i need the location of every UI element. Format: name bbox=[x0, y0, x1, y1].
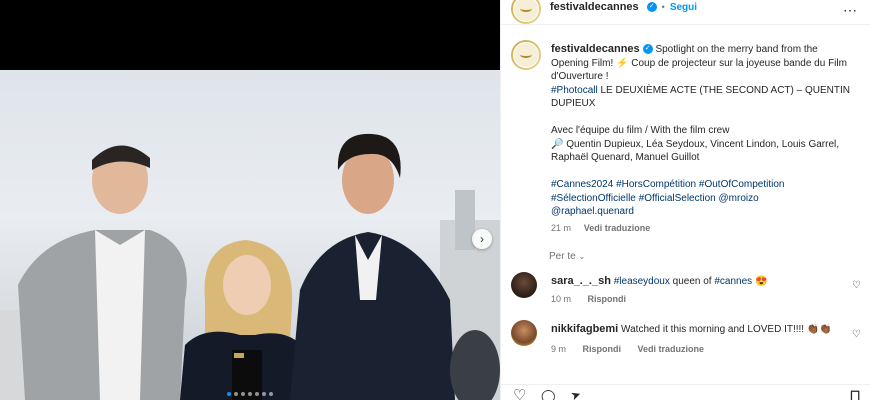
mention-mroizo[interactable]: @mroizo bbox=[719, 193, 759, 204]
carousel-dot bbox=[269, 392, 273, 396]
verified-badge-icon: ✓ bbox=[646, 2, 657, 12]
chevron-down-icon: ⌄ bbox=[578, 252, 586, 261]
comment-body: Watched it this morning and LOVED IT!!!! bbox=[621, 324, 805, 335]
post-caption: festivaldecannes ✓ Spotlight on the merry… bbox=[551, 43, 857, 235]
comment-text: nikkifagbemi Watched it this morning and… bbox=[551, 323, 841, 336]
carousel-dot bbox=[255, 392, 259, 396]
commenter-avatar[interactable] bbox=[511, 320, 537, 346]
post-details-panel: festivaldecannes ✓ • Segui ⋯ festivaldec… bbox=[500, 0, 870, 400]
hashtag-outofcompetition[interactable]: #OutOfCompetition bbox=[699, 179, 785, 190]
header-divider bbox=[501, 24, 870, 25]
comment-username[interactable]: sara_._._sh bbox=[551, 275, 611, 287]
comment-timestamp: 10 m bbox=[551, 294, 572, 304]
carousel-dot bbox=[241, 392, 245, 396]
cannes-logo-icon bbox=[513, 0, 539, 22]
cannes-logo-icon bbox=[513, 42, 539, 68]
photocall-image bbox=[0, 133, 500, 400]
clapping-emoji: 👏🏾👏🏾 bbox=[806, 324, 832, 335]
carousel-dot bbox=[248, 392, 252, 396]
follow-button[interactable]: Segui bbox=[670, 2, 697, 13]
carousel-dot bbox=[227, 392, 231, 396]
caption-translate-link[interactable]: Vedi traduzione bbox=[584, 223, 651, 233]
like-comment-heart-icon[interactable]: ♡ bbox=[852, 329, 861, 340]
carousel-next-button[interactable]: › bbox=[472, 229, 492, 249]
carousel-indicator bbox=[0, 392, 500, 396]
reply-button[interactable]: Rispondi bbox=[583, 344, 622, 354]
comment-translate-link[interactable]: Vedi traduzione bbox=[638, 344, 705, 354]
caption-crew-list: Quentin Dupieux, Léa Seydoux, Vincent Li… bbox=[551, 138, 840, 164]
like-heart-icon[interactable]: ♡ bbox=[513, 388, 526, 400]
comment-text: sara_._._sh #leaseydoux queen of #cannes… bbox=[551, 275, 841, 288]
caption-username[interactable]: festivaldecannes bbox=[551, 43, 640, 55]
header-username[interactable]: festivaldecannes bbox=[550, 1, 639, 13]
lightning-emoji: ⚡ bbox=[616, 57, 629, 69]
reply-button[interactable]: Rispondi bbox=[588, 294, 627, 304]
caption-avatar[interactable] bbox=[511, 40, 541, 70]
carousel-dot bbox=[262, 392, 266, 396]
comment-body: queen of bbox=[672, 276, 712, 287]
hashtag-cannes[interactable]: #cannes bbox=[714, 276, 752, 287]
caption-timestamp: 21 m bbox=[551, 222, 572, 233]
hashtag-leaseydoux[interactable]: #leaseydoux bbox=[614, 276, 670, 287]
hashtag-selectionofficielle[interactable]: #SélectionOfficielle bbox=[551, 193, 636, 204]
header-separator: • bbox=[661, 2, 665, 12]
comment-item: nikkifagbemi Watched it this morning and… bbox=[511, 320, 861, 356]
more-options-icon[interactable]: ⋯ bbox=[843, 2, 858, 19]
for-you-filter[interactable]: Per te ⌄ bbox=[549, 251, 585, 262]
comment-username[interactable]: nikkifagbemi bbox=[551, 323, 618, 335]
share-send-icon[interactable]: ➤ bbox=[569, 387, 584, 400]
comment-timestamp: 9 m bbox=[551, 344, 567, 354]
comment-meta: 9 m Rispondi Vedi traduzione bbox=[551, 344, 718, 354]
post-media: › bbox=[0, 0, 500, 400]
hashtag-cannes2024[interactable]: #Cannes2024 bbox=[551, 179, 613, 190]
for-you-label: Per te bbox=[549, 251, 576, 262]
hashtag-horscompetition[interactable]: #HorsCompétition bbox=[616, 179, 696, 190]
save-bookmark-icon[interactable]: ⊓ bbox=[849, 388, 861, 400]
hashtag-officialselection[interactable]: #OfficialSelection bbox=[639, 193, 716, 204]
post-action-bar: ♡ ◯ ➤ ⊓ bbox=[501, 384, 870, 400]
caption-crew-intro: Avec l'équipe du film / With the film cr… bbox=[551, 125, 730, 136]
like-comment-heart-icon[interactable]: ♡ bbox=[852, 280, 861, 291]
post-header: festivaldecannes ✓ • Segui bbox=[550, 1, 697, 13]
comment-meta: 10 m Rispondi bbox=[551, 294, 640, 304]
mention-raphael-quenard[interactable]: @raphael.quenard bbox=[551, 206, 634, 217]
verified-badge-icon: ✓ bbox=[642, 44, 653, 55]
commenter-avatar[interactable] bbox=[511, 272, 537, 298]
comment-bubble-icon[interactable]: ◯ bbox=[541, 388, 556, 400]
post-photo[interactable] bbox=[0, 70, 500, 400]
carousel-dot bbox=[234, 392, 238, 396]
comment-item: sara_._._sh #leaseydoux queen of #cannes… bbox=[511, 272, 861, 308]
heart-eyes-emoji: 😍 bbox=[754, 276, 768, 287]
magnifier-emoji: 🔎 bbox=[551, 138, 564, 150]
hashtag-photocall[interactable]: #Photocall bbox=[551, 85, 598, 96]
author-avatar[interactable] bbox=[511, 0, 541, 24]
